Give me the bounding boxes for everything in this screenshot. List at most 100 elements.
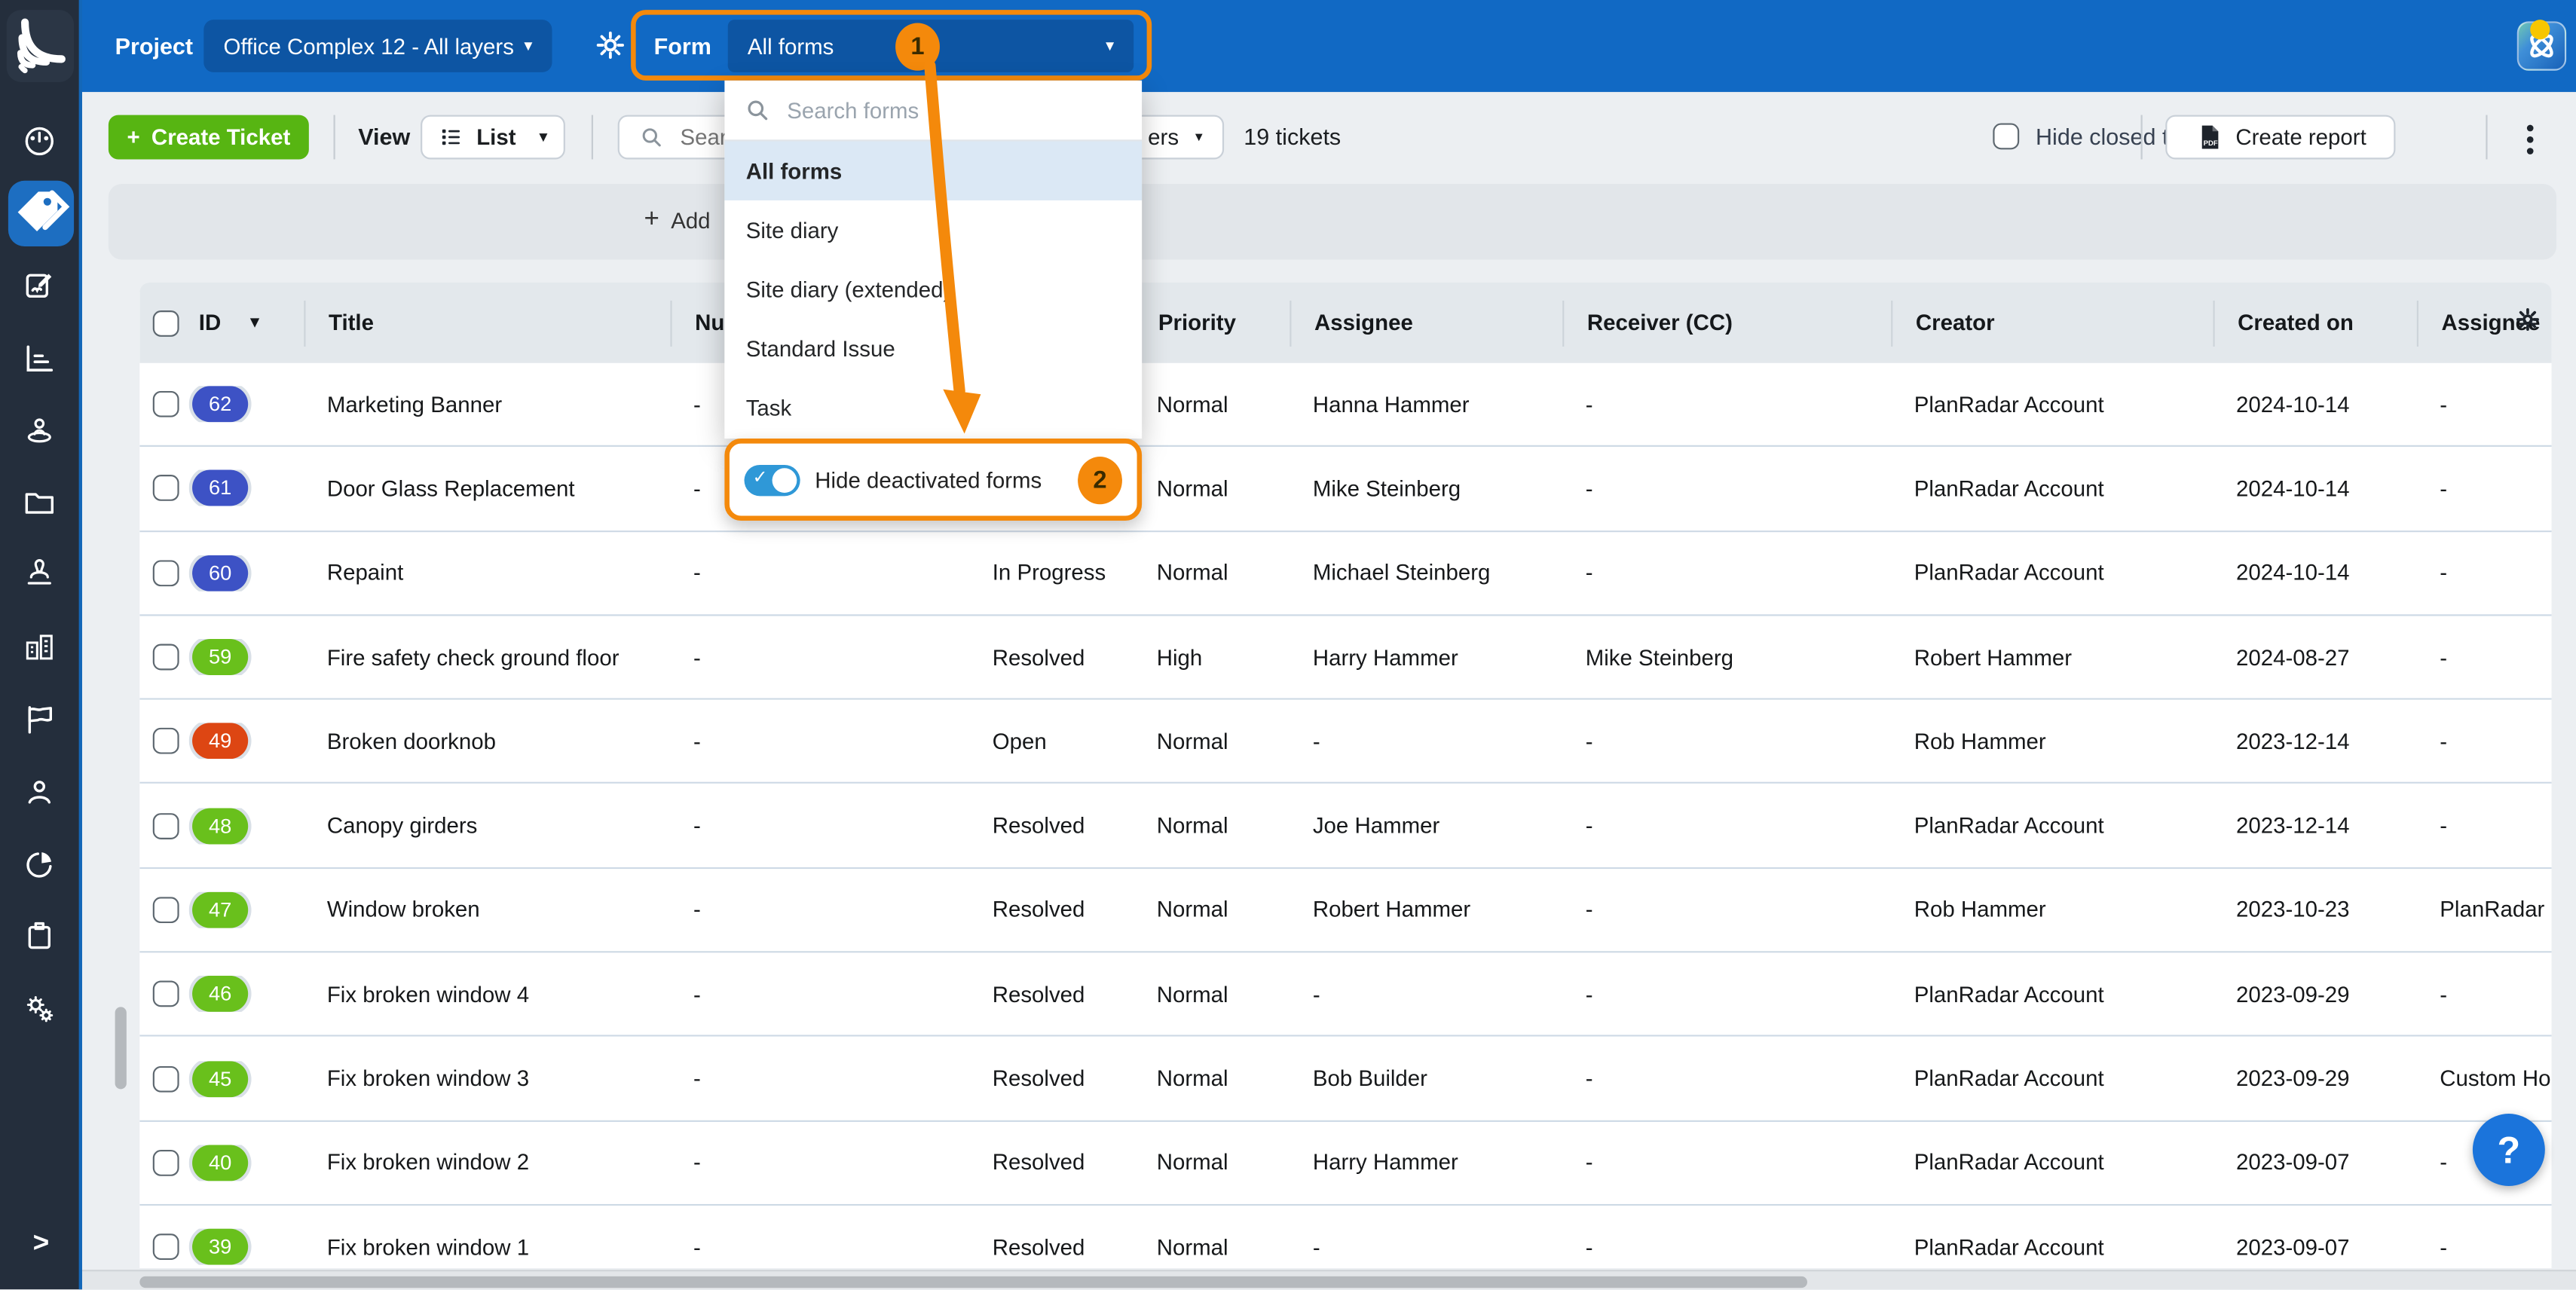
table-row[interactable]: 60 Repaint - In Progress Normal Michael …	[139, 531, 2551, 616]
sidebar-item-attendance[interactable]	[0, 398, 79, 463]
table-row[interactable]: 62 Marketing Banner - Normal Hanna Hamme…	[139, 363, 2551, 448]
sidebar-item-documents[interactable]	[0, 469, 79, 535]
gear-icon	[2513, 305, 2541, 333]
sidebar-item-site-diary[interactable]	[0, 253, 79, 319]
table-row[interactable]: 39 Fix broken window 1 - Resolved Normal…	[139, 1206, 2551, 1268]
column-header-title[interactable]: Title	[304, 300, 670, 346]
form-dropdown-panel: All formsSite diarySite diary (extended)…	[724, 81, 1142, 439]
form-search-row[interactable]	[724, 81, 1142, 142]
hide-closed-checkbox[interactable]	[1993, 124, 2019, 150]
horizontal-scrollbar-thumb[interactable]	[139, 1276, 1807, 1288]
form-option[interactable]: Site diary (extended)	[724, 260, 1142, 319]
planradar-logo[interactable]	[7, 10, 74, 82]
form-search-input[interactable]	[784, 96, 1086, 124]
ticket-receiver-cell: -	[1562, 561, 1891, 585]
sidebar-item-tasks[interactable]	[0, 903, 79, 969]
row-checkbox[interactable]	[139, 644, 188, 671]
sidebar-nav: >	[0, 0, 82, 1289]
ticket-assigned-cell: -	[2417, 645, 2552, 670]
row-checkbox[interactable]	[139, 897, 188, 923]
row-checkbox[interactable]	[139, 728, 188, 754]
sidebar-item-statistics[interactable]	[0, 326, 79, 391]
annotation-highlight-form	[631, 10, 1152, 81]
clipboard-icon	[21, 919, 57, 955]
ticket-priority-cell: Normal	[1134, 982, 1290, 1007]
form-option[interactable]: Task	[724, 379, 1142, 439]
row-checkbox[interactable]	[139, 560, 188, 586]
ticket-creator-cell: PlanRadar Account	[1891, 476, 2213, 501]
row-checkbox[interactable]	[139, 1150, 188, 1176]
chevron-down-icon: ▾	[1195, 128, 1203, 146]
plus-icon: +	[127, 125, 139, 150]
ticket-number-cell: -	[670, 982, 969, 1007]
column-header-creator[interactable]: Creator	[1891, 300, 2213, 346]
ticket-creator-cell: PlanRadar Account	[1891, 1151, 2213, 1175]
row-checkbox[interactable]	[139, 1233, 188, 1260]
create-ticket-button[interactable]: + Create Ticket	[109, 115, 309, 160]
add-filter-button[interactable]: + Add	[644, 197, 711, 243]
gears-icon	[21, 991, 57, 1027]
folder-icon	[21, 485, 57, 521]
ticket-assignee-cell: Mike Steinberg	[1290, 476, 1562, 501]
ticket-creator-cell: PlanRadar Account	[1891, 561, 2213, 585]
form-option[interactable]: Site diary	[724, 200, 1142, 260]
ticket-id-cell: 48	[189, 808, 304, 844]
sidebar-item-contacts[interactable]	[0, 759, 79, 824]
ticket-assigned-cell: -	[2417, 982, 2552, 1007]
tickets-tag-icon	[8, 181, 74, 246]
table-row[interactable]: 59 Fire safety check ground floor - Reso…	[139, 616, 2551, 700]
column-header-receiver[interactable]: Receiver (CC)	[1562, 300, 1891, 346]
row-checkbox[interactable]	[139, 391, 188, 417]
table-row[interactable]: 47 Window broken - Resolved Normal Rober…	[139, 869, 2551, 953]
view-mode-dropdown[interactable]: List ▾	[421, 115, 565, 160]
row-checkbox[interactable]	[139, 475, 188, 502]
help-button[interactable]: ?	[2473, 1114, 2545, 1186]
annotation-step-1-badge: 1	[895, 23, 940, 71]
project-dropdown[interactable]: Office Complex 12 - All layers ▾	[203, 20, 552, 72]
project-settings-button[interactable]	[593, 28, 628, 63]
column-header-priority[interactable]: Priority	[1134, 300, 1290, 346]
ticket-id-cell: 49	[189, 723, 304, 760]
ticket-id-cell: 40	[189, 1145, 304, 1181]
table-row[interactable]: 46 Fix broken window 4 - Resolved Normal…	[139, 953, 2551, 1038]
ticket-priority-cell: Normal	[1134, 392, 1290, 417]
sidebar-item-dashboard[interactable]	[0, 109, 79, 174]
column-header-created-on[interactable]: Created on	[2213, 300, 2416, 346]
hide-deactivated-toggle[interactable]: ✓	[745, 464, 800, 495]
row-checkbox[interactable]	[139, 981, 188, 1007]
ticket-creator-cell: Rob Hammer	[1891, 729, 2213, 754]
sidebar-item-reports[interactable]	[0, 831, 79, 897]
sort-caret-icon[interactable]: ▾	[250, 313, 259, 332]
form-option[interactable]: All forms	[724, 141, 1142, 200]
vertical-scrollbar-thumb[interactable]	[115, 1007, 127, 1089]
ticket-created-on-cell: 2023-12-14	[2213, 729, 2416, 754]
column-header-id[interactable]: ID▾	[189, 300, 304, 346]
table-row[interactable]: 48 Canopy girders - Resolved Normal Joe …	[139, 784, 2551, 869]
more-options-button[interactable]	[2520, 120, 2540, 159]
sidebar-item-projects[interactable]	[0, 614, 79, 680]
column-header-assignee[interactable]: Assignee	[1290, 300, 1562, 346]
ticket-status-cell: Open	[969, 729, 1134, 754]
sidebar-item-settings[interactable]	[0, 976, 79, 1041]
ticket-assigned-cell: -	[2417, 392, 2552, 417]
ticket-assigned-cell: -	[2417, 729, 2552, 754]
table-row[interactable]: 45 Fix broken window 3 - Resolved Normal…	[139, 1037, 2551, 1121]
ticket-creator-cell: PlanRadar Account	[1891, 1235, 2213, 1260]
row-checkbox[interactable]	[139, 1065, 188, 1092]
create-report-button[interactable]: PDF Create report	[2165, 115, 2395, 160]
sidebar-item-tickets-active[interactable]	[8, 181, 74, 246]
table-row[interactable]: 40 Fix broken window 2 - Resolved Normal…	[139, 1121, 2551, 1206]
form-option[interactable]: Standard Issue	[724, 319, 1142, 379]
select-all-checkbox[interactable]	[139, 300, 188, 346]
row-checkbox[interactable]	[139, 812, 188, 839]
sidebar-collapse-chevron[interactable]: >	[0, 1219, 82, 1268]
sidebar-item-flags[interactable]	[0, 686, 79, 752]
column-settings-button[interactable]	[2513, 305, 2541, 333]
ticket-title-cell: Marketing Banner	[304, 392, 670, 417]
ticket-priority-cell: Normal	[1134, 1235, 1290, 1260]
table-row[interactable]: 49 Broken doorknob - Open Normal - - Rob…	[139, 700, 2551, 784]
sidebar-item-approvals[interactable]	[0, 542, 79, 607]
table-row[interactable]: 61 Door Glass Replacement - Normal Mike …	[139, 448, 2551, 532]
ticket-priority-cell: Normal	[1134, 1066, 1290, 1091]
ticket-id-badge: 60	[192, 555, 248, 591]
